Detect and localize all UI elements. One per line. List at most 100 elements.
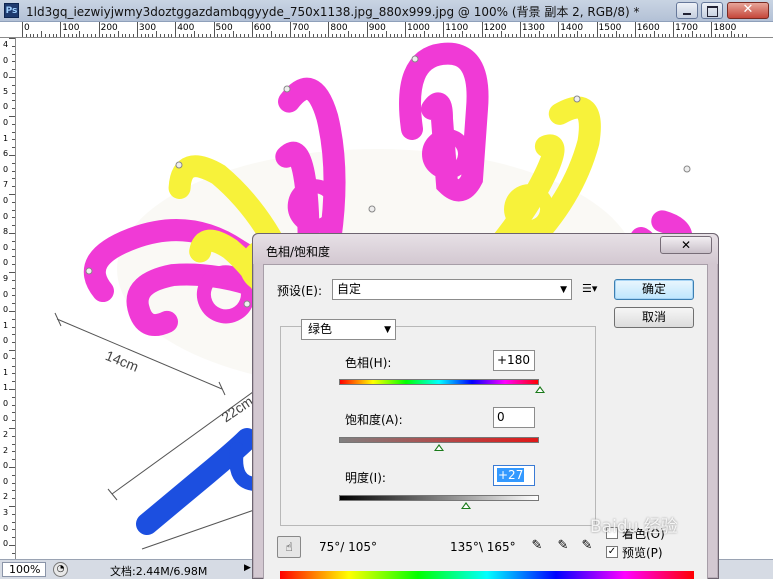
- ruler-tick: [12, 201, 15, 203]
- saturation-input[interactable]: 0: [493, 407, 535, 428]
- ruler-tick: [251, 22, 253, 37]
- hue-label: 色相(H):: [345, 356, 392, 370]
- ruler-tick: [64, 34, 66, 37]
- ruler-label: 1300: [521, 23, 545, 33]
- ruler-tick: [669, 34, 671, 37]
- preset-options-icon[interactable]: ☰▾: [582, 282, 598, 296]
- range-right-readout: 135°\ 165°: [450, 540, 516, 554]
- ruler-tick: [33, 34, 35, 37]
- ruler-tick: [634, 22, 636, 37]
- ruler-tick: [12, 373, 15, 375]
- range-left-readout: 75°/ 105°: [319, 540, 378, 554]
- ruler-tick: [516, 34, 518, 37]
- ruler-tick: [470, 34, 472, 37]
- ruler-label: 700: [292, 23, 310, 33]
- minimize-button[interactable]: [676, 2, 698, 19]
- horizontal-ruler[interactable]: 0 100 200 300 400 500 600 700 800 900 1000 1100 1200…: [0, 22, 773, 38]
- dialog-titlebar[interactable]: 色相/饱和度 ✕: [253, 234, 718, 264]
- lightness-input[interactable]: +27: [493, 465, 535, 486]
- ruler-tick: [742, 34, 744, 37]
- ruler-tick: [244, 34, 246, 37]
- ruler-tick: [477, 34, 479, 37]
- ruler-tick: [209, 34, 211, 37]
- ruler-label: 1: [3, 367, 9, 377]
- ruler-label: 0: [3, 289, 9, 299]
- ruler-tick: [12, 139, 15, 141]
- ruler-tick: [366, 22, 368, 37]
- zoom-level-field[interactable]: 100%: [2, 562, 46, 577]
- ruler-label: 0: [3, 211, 9, 221]
- preset-dropdown[interactable]: 自定 ▼: [332, 279, 572, 300]
- ruler-tick: [60, 22, 62, 37]
- ruler-tick: [332, 34, 334, 37]
- ruler-tick: [98, 22, 100, 37]
- ruler-tick: [577, 31, 579, 37]
- adjustment-group: 绿色 ▼ 色相(H): +180 饱和度(A): 0 明度(I): +27: [280, 319, 596, 526]
- ruler-label: 0: [3, 398, 9, 408]
- ruler-tick: [12, 209, 15, 211]
- saturation-slider-track[interactable]: [339, 437, 539, 443]
- ruler-tick: [22, 22, 23, 37]
- ruler-tick: [722, 34, 724, 37]
- ruler-tick: [646, 34, 648, 37]
- ruler-tick: [228, 34, 230, 37]
- ruler-tick: [12, 435, 15, 437]
- saturation-label: 饱和度(A):: [345, 413, 403, 427]
- maximize-button[interactable]: [701, 2, 723, 19]
- ok-button[interactable]: 确定: [614, 279, 694, 300]
- ruler-label: 0: [24, 23, 30, 33]
- cancel-button[interactable]: 取消: [614, 307, 694, 328]
- preview-checkbox[interactable]: ✓: [606, 546, 618, 558]
- dialog-close-button[interactable]: ✕: [660, 236, 712, 254]
- ruler-tick: [730, 31, 732, 37]
- ruler-tick: [163, 34, 165, 37]
- ruler-tick: [374, 34, 376, 37]
- ruler-tick: [12, 357, 15, 359]
- ruler-tick: [339, 34, 341, 37]
- ruler-tick: [627, 34, 629, 37]
- eyedropper-minus-icon[interactable]: ✎: [578, 538, 596, 556]
- ruler-tick: [715, 34, 717, 37]
- ruler-tick: [638, 34, 640, 37]
- ruler-tick: [12, 256, 15, 258]
- ruler-tick: [619, 34, 621, 37]
- ruler-tick: [393, 34, 395, 37]
- hue-input[interactable]: +180: [493, 350, 535, 371]
- ruler-tick: [596, 22, 598, 37]
- ruler-tick: [224, 34, 226, 37]
- eyedropper-plus-icon[interactable]: ✎: [554, 538, 572, 556]
- saturation-slider-thumb[interactable]: [434, 444, 444, 451]
- ruler-tick: [37, 34, 39, 37]
- ruler-tick: [493, 34, 495, 37]
- ruler-tick: [389, 34, 391, 37]
- status-info-icon[interactable]: ◔: [53, 562, 68, 577]
- ruler-tick: [171, 34, 173, 37]
- channel-dropdown[interactable]: 绿色 ▼: [301, 319, 396, 340]
- lightness-slider-thumb[interactable]: [461, 502, 471, 509]
- ruler-label: 200: [100, 23, 118, 33]
- hue-slider-track[interactable]: [339, 379, 539, 385]
- ruler-label: 2: [3, 492, 9, 502]
- ruler-tick: [25, 34, 27, 37]
- eyedropper-icon[interactable]: ✎: [528, 538, 546, 556]
- dialog-title: 色相/饱和度: [266, 245, 331, 259]
- lightness-slider-track[interactable]: [339, 495, 539, 501]
- targeted-adjustment-hand-icon[interactable]: ☝: [277, 536, 301, 558]
- ruler-label: 0: [3, 242, 9, 252]
- ruler-tick: [431, 34, 433, 37]
- ruler-tick: [12, 326, 15, 328]
- vertical-ruler[interactable]: 4 0 0 5 0 0 1 6 0 7 0 0 8 0 0 9 0 0 1 0 0 1 1 0 0 2 2 0 0 2 3 0 0: [0, 38, 16, 559]
- ruler-label: 300: [138, 23, 157, 33]
- ruler-tick: [726, 34, 728, 37]
- ruler-tick: [539, 31, 541, 37]
- ruler-tick: [531, 34, 533, 37]
- close-window-button[interactable]: ✕: [727, 2, 769, 19]
- ruler-tick: [136, 22, 138, 37]
- ruler-label: 2: [3, 430, 9, 439]
- ruler-tick: [12, 69, 15, 71]
- ruler-tick: [12, 537, 15, 539]
- hue-slider-thumb[interactable]: [535, 386, 545, 393]
- ruler-tick: [466, 34, 468, 37]
- ruler-tick: [12, 552, 15, 554]
- ruler-tick: [286, 34, 288, 37]
